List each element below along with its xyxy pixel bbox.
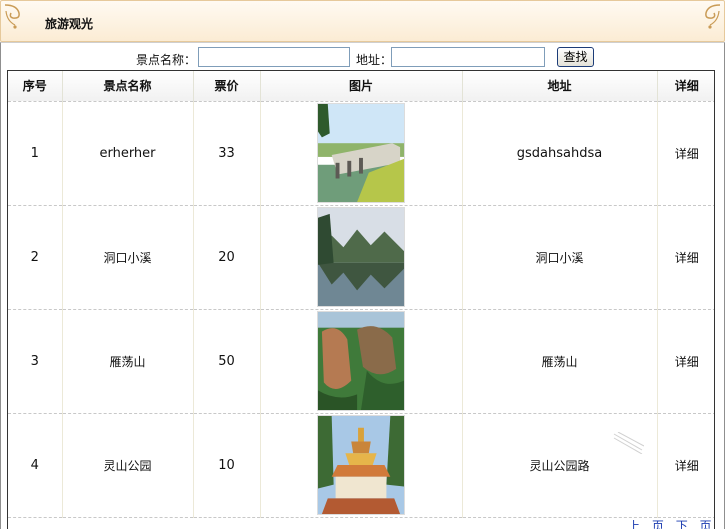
cell-name: erherher bbox=[61, 101, 193, 206]
green-cliff-valley-photo bbox=[317, 311, 405, 411]
cell-name: 灵山公园 bbox=[61, 413, 193, 518]
column-header-image: 图片 bbox=[259, 71, 462, 102]
cell-name: 雁荡山 bbox=[61, 309, 193, 414]
address-label: 地址： bbox=[356, 53, 393, 67]
cell-image bbox=[259, 413, 462, 518]
cell-name: 洞口小溪 bbox=[61, 205, 193, 310]
mountain-lake-reflection-photo bbox=[317, 207, 405, 307]
detail-link[interactable]: 详细 bbox=[656, 413, 714, 518]
pager-next-link[interactable]: 下 bbox=[676, 520, 688, 529]
cell-image bbox=[259, 205, 462, 310]
column-header-index: 序号 bbox=[8, 71, 62, 102]
cell-address: 洞口小溪 bbox=[461, 205, 657, 310]
cell-price: 33 bbox=[192, 101, 260, 206]
cell-index: 1 bbox=[8, 101, 62, 206]
pager-prev-link[interactable]: 上 bbox=[628, 520, 640, 529]
pager-next-page-label[interactable]: 页 bbox=[700, 520, 712, 529]
pager-prev-page-label[interactable]: 页 bbox=[652, 520, 664, 529]
cell-index: 3 bbox=[8, 309, 62, 414]
cell-image bbox=[259, 101, 462, 206]
search-button[interactable]: 查找 bbox=[557, 47, 594, 67]
column-header-detail: 详细 bbox=[656, 71, 714, 102]
table-header-row: 序号 景点名称 票价 图片 地址 详细 bbox=[8, 71, 714, 102]
column-header-address: 地址 bbox=[461, 71, 657, 102]
cell-index: 2 bbox=[8, 205, 62, 310]
table-row: 3 雁荡山 50 雁荡山 详细 bbox=[8, 309, 714, 414]
page-title: 旅游观光 bbox=[45, 17, 94, 31]
pagination: 上 页 下 页 bbox=[628, 519, 718, 529]
detail-link[interactable]: 详细 bbox=[656, 309, 714, 414]
cell-index: 4 bbox=[8, 413, 62, 518]
cell-image bbox=[259, 309, 462, 414]
detail-link[interactable]: 详细 bbox=[656, 101, 714, 206]
cell-price: 10 bbox=[192, 413, 260, 518]
column-header-price: 票价 bbox=[192, 71, 260, 102]
cell-price: 20 bbox=[192, 205, 260, 310]
page: 旅游观光 景点名称： 地址： 查找 序号 景点名称 票价 图片 地址 详细 1 … bbox=[0, 0, 725, 529]
scenic-name-input[interactable] bbox=[198, 47, 350, 67]
ornament-corner-icon bbox=[705, 4, 721, 29]
golden-pagoda-temple-photo bbox=[317, 415, 405, 515]
cell-price: 50 bbox=[192, 309, 260, 414]
search-bar: 景点名称： 地址： 查找 bbox=[1, 46, 724, 68]
scenic-name-label: 景点名称： bbox=[136, 53, 197, 67]
content-panel: 景点名称： 地址： 查找 序号 景点名称 票价 图片 地址 详细 1 erher… bbox=[0, 42, 725, 529]
stone-bridge-lake-photo bbox=[317, 103, 405, 203]
section-header: 旅游观光 bbox=[0, 0, 725, 42]
column-header-name: 景点名称 bbox=[61, 71, 193, 102]
cell-address: gsdahsahdsa bbox=[461, 101, 657, 206]
scenic-table: 序号 景点名称 票价 图片 地址 详细 1 erherher 33 gsdahs… bbox=[7, 70, 715, 529]
cell-address: 灵山公园路 bbox=[461, 413, 657, 518]
cell-address: 雁荡山 bbox=[461, 309, 657, 414]
ornament-corner-icon bbox=[4, 4, 20, 29]
table-row: 1 erherher 33 gsdahsahdsa 详细 bbox=[8, 101, 714, 206]
address-input[interactable] bbox=[391, 47, 545, 67]
table-row: 2 洞口小溪 20 洞口小溪 详细 bbox=[8, 205, 714, 310]
table-row: 4 灵山公园 10 灵山公园路 详细 bbox=[8, 413, 714, 518]
detail-link[interactable]: 详细 bbox=[656, 205, 714, 310]
